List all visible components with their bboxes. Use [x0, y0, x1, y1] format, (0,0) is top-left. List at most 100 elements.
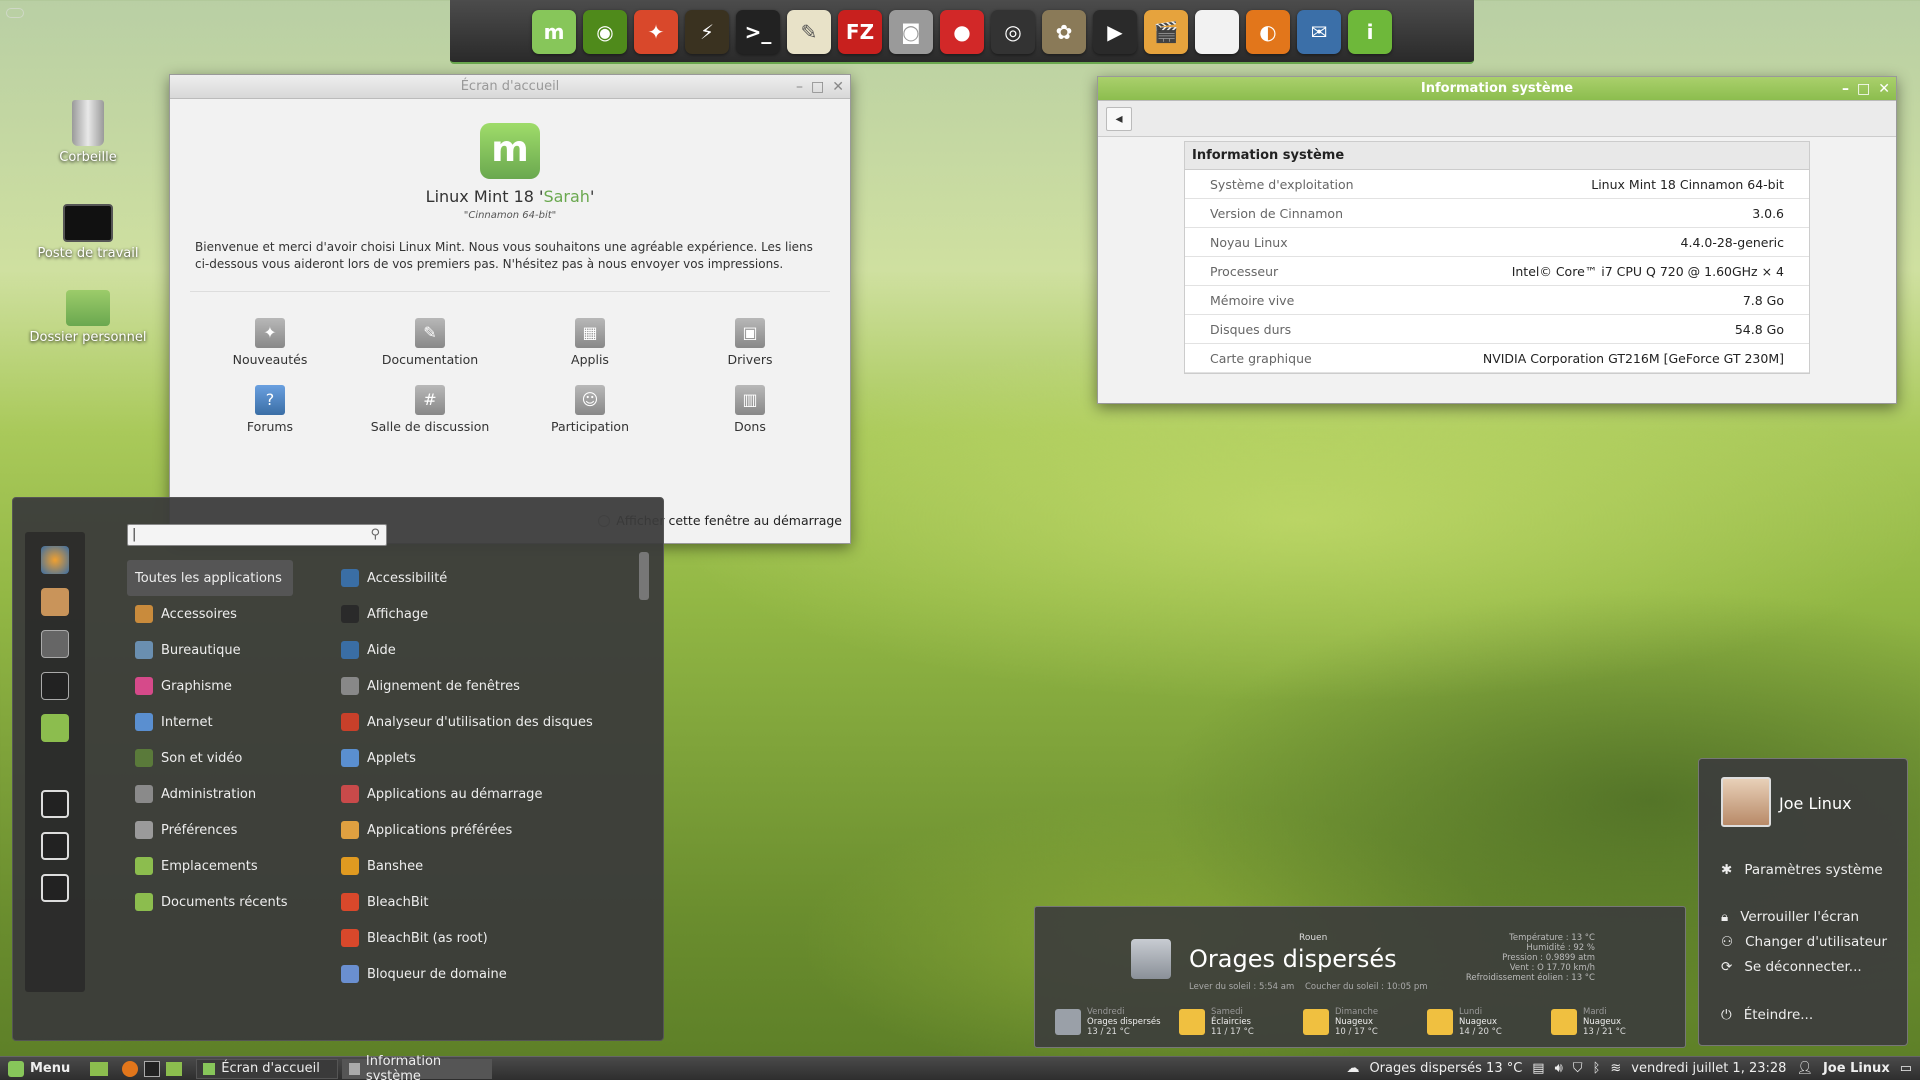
- welcome-item-2[interactable]: ▦ Applis: [510, 318, 670, 367]
- menu-category[interactable]: Documents récents: [127, 884, 297, 920]
- system-settings-item[interactable]: ✱ Paramètres système: [1721, 862, 1883, 878]
- firefox-icon[interactable]: ◐: [1246, 10, 1290, 54]
- menu-category[interactable]: Son et vidéo: [127, 740, 297, 776]
- desktop-icon-trash[interactable]: Corbeille: [23, 100, 153, 165]
- window-list-icon[interactable]: ▭: [1900, 1061, 1912, 1076]
- welcome-item-6[interactable]: ☺ Participation: [510, 385, 670, 434]
- task-sysinfo[interactable]: Information système: [342, 1054, 493, 1080]
- menu-app-item[interactable]: Aide: [341, 632, 641, 668]
- firefox-launcher-icon[interactable]: [122, 1060, 139, 1077]
- menu-category[interactable]: Préférences: [127, 812, 297, 848]
- video-player-icon[interactable]: ▶: [1093, 10, 1137, 54]
- menu-app-item[interactable]: Accessibilité: [341, 560, 641, 596]
- forecast-day-name: Vendredi: [1087, 1007, 1125, 1017]
- minimize-icon[interactable]: –: [1842, 77, 1849, 101]
- back-button[interactable]: ◂: [1106, 107, 1132, 131]
- menu-category[interactable]: Toutes les applications: [127, 560, 293, 596]
- welcome-item-0[interactable]: ✦ Nouveautés: [190, 318, 350, 367]
- welcome-item-4[interactable]: ? Forums: [190, 385, 350, 434]
- firefox-icon[interactable]: [41, 546, 69, 574]
- shield-icon[interactable]: ⛉: [1573, 1061, 1583, 1076]
- menu-app-item[interactable]: Analyseur d'utilisation des disques: [341, 704, 641, 740]
- nvidia-settings-icon[interactable]: ◉: [583, 10, 627, 54]
- menu-app-item[interactable]: Banshee: [341, 848, 641, 884]
- network-icon[interactable]: ≋: [1610, 1061, 1621, 1076]
- lock-screen-icon[interactable]: [41, 790, 69, 818]
- menu-category[interactable]: Administration: [127, 776, 297, 812]
- document-tray-icon[interactable]: ▤: [1532, 1061, 1544, 1076]
- logout-icon[interactable]: [41, 832, 69, 860]
- menu-app-item[interactable]: Alignement de fenêtres: [341, 668, 641, 704]
- screenshot-icon[interactable]: ◙: [889, 10, 933, 54]
- app-icon: [341, 929, 359, 947]
- scrollbar[interactable]: [639, 552, 649, 600]
- disc-burner-icon[interactable]: ●: [940, 10, 984, 54]
- gimp-icon[interactable]: ✿: [1042, 10, 1086, 54]
- folder-icon[interactable]: [41, 714, 69, 742]
- close-icon[interactable]: ✕: [1878, 77, 1890, 101]
- panel-user[interactable]: Joe Linux: [1823, 1061, 1890, 1076]
- welcome-titlebar[interactable]: Écran d'accueil – □ ✕: [170, 75, 850, 99]
- weather-tray-label[interactable]: Orages dispersés 13 °C: [1369, 1061, 1522, 1076]
- welcome-item-icon: ☺: [575, 385, 605, 415]
- user-tray-icon[interactable]: 👤︎: [1796, 1061, 1813, 1076]
- switch-user-item[interactable]: ⚇ Changer d'utilisateur: [1721, 934, 1887, 950]
- menu-category[interactable]: Internet: [127, 704, 297, 740]
- bleachbit-icon[interactable]: ✦: [634, 10, 678, 54]
- menu-app-item[interactable]: Affichage: [341, 596, 641, 632]
- logout-item[interactable]: ⟳ Se déconnecter...: [1721, 959, 1862, 975]
- sysinfo-value: 7.8 Go: [1742, 293, 1784, 308]
- mint-logo-icon: m: [480, 123, 540, 179]
- video-editor-icon[interactable]: 🎬: [1144, 10, 1188, 54]
- menu-app-item[interactable]: BleachBit: [341, 884, 641, 920]
- volume-icon[interactable]: 🔊︎: [1555, 1061, 1563, 1076]
- category-label: Toutes les applications: [135, 570, 282, 586]
- welcome-item-1[interactable]: ✎ Documentation: [350, 318, 510, 367]
- menu-category[interactable]: Graphisme: [127, 668, 297, 704]
- menu-app-item[interactable]: Bloqueur de domaine: [341, 956, 641, 992]
- desktop-icon-computer[interactable]: Poste de travail: [23, 204, 153, 261]
- webcam-icon[interactable]: ◎: [991, 10, 1035, 54]
- text-editor-icon[interactable]: ✎: [787, 10, 831, 54]
- power-icon[interactable]: [41, 874, 69, 902]
- menu-app-item[interactable]: Applications au démarrage: [341, 776, 641, 812]
- shutdown-item[interactable]: ⏻ Éteindre...: [1721, 1007, 1813, 1023]
- maximize-icon[interactable]: □: [1857, 77, 1870, 101]
- menu-app-item[interactable]: Applets: [341, 740, 641, 776]
- maximize-icon[interactable]: □: [811, 75, 824, 99]
- sysinfo-titlebar[interactable]: Information système – □ ✕: [1098, 77, 1896, 101]
- welcome-item-5[interactable]: # Salle de discussion: [350, 385, 510, 434]
- weather-tray-icon[interactable]: ☁: [1346, 1061, 1359, 1076]
- terminal-launcher-icon[interactable]: [144, 1060, 161, 1077]
- menu-app-item[interactable]: BleachBit (as root): [341, 920, 641, 956]
- filezilla-icon[interactable]: FZ: [838, 10, 882, 54]
- menu-app-item[interactable]: Applications préférées: [341, 812, 641, 848]
- search-input[interactable]: | ⚲: [127, 524, 387, 546]
- welcome-item-3[interactable]: ▣ Drivers: [670, 318, 830, 367]
- system-monitor-icon[interactable]: ⚡: [685, 10, 729, 54]
- package-icon[interactable]: [41, 588, 69, 616]
- thunderbird-icon[interactable]: ✉: [1297, 10, 1341, 54]
- lock-screen-item[interactable]: 🔒︎ Verrouiller l'écran: [1721, 909, 1859, 925]
- terminal-icon[interactable]: [41, 672, 69, 700]
- menu-category[interactable]: Emplacements: [127, 848, 297, 884]
- welcome-item-7[interactable]: ▥ Dons: [670, 385, 830, 434]
- bluetooth-icon[interactable]: ᛒ: [1593, 1061, 1601, 1076]
- close-icon[interactable]: ✕: [832, 75, 844, 99]
- terminal-icon[interactable]: >_: [736, 10, 780, 54]
- menu-category[interactable]: Bureautique: [127, 632, 297, 668]
- panel-clock[interactable]: vendredi juillet 1, 23:28: [1631, 1061, 1786, 1076]
- task-welcome[interactable]: Écran d'accueil: [196, 1058, 339, 1079]
- desktop-icon-home[interactable]: Dossier personnel: [23, 290, 153, 345]
- info-icon[interactable]: i: [1348, 10, 1392, 54]
- files-launcher-icon[interactable]: [166, 1061, 183, 1076]
- menu-button[interactable]: Menu: [0, 1060, 78, 1077]
- app-label: BleachBit: [367, 894, 429, 910]
- app-label: Alignement de fenêtres: [367, 678, 520, 694]
- menu-category[interactable]: Accessoires: [127, 596, 297, 632]
- minimize-icon[interactable]: –: [796, 75, 803, 99]
- document-icon[interactable]: [1195, 10, 1239, 54]
- show-desktop-icon[interactable]: [90, 1061, 109, 1076]
- mint-menu-icon[interactable]: m: [532, 10, 576, 54]
- settings-icon[interactable]: [41, 630, 69, 658]
